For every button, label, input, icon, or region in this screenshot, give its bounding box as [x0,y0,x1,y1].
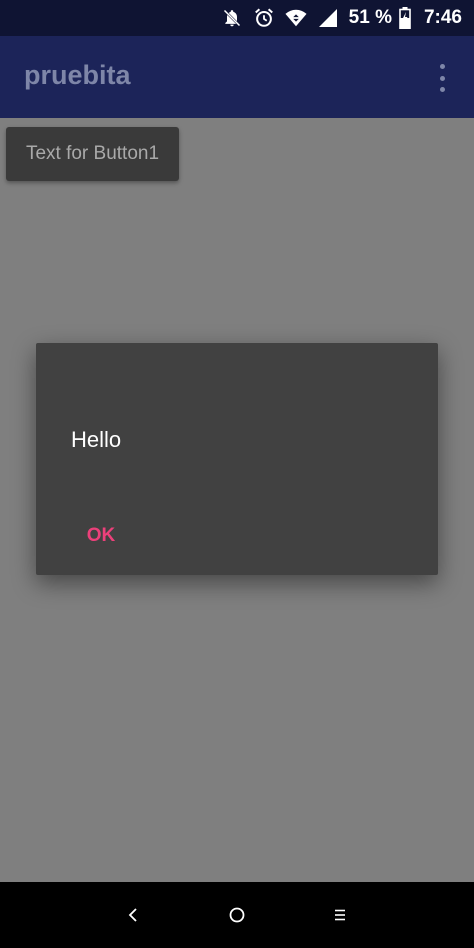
navigation-bar [0,882,474,948]
menu-dot [439,64,445,69]
more-vert-icon[interactable] [432,64,452,92]
alarm-icon [253,7,275,29]
status-bar: 51 % 7:46 [0,0,474,36]
cell-signal-icon [317,7,339,29]
ok-button[interactable]: OK [78,521,124,551]
battery-percentage: 51 % [348,7,392,28]
menu-dot [439,75,445,81]
clock: 7:46 [423,7,462,28]
button1[interactable]: Text for Button1 [6,127,179,181]
wifi-data-icon [285,7,307,29]
notifications-off-icon [221,7,243,29]
battery-charging-icon [398,7,412,29]
back-icon[interactable] [116,898,150,932]
home-icon[interactable] [220,898,254,932]
app-title: pruebita [24,60,131,90]
recents-icon[interactable] [323,898,357,932]
dialog-message: Hello [71,427,122,452]
menu-dot [439,87,445,92]
alert-dialog: Hello OK [36,343,438,575]
app-bar: pruebita [0,36,474,118]
